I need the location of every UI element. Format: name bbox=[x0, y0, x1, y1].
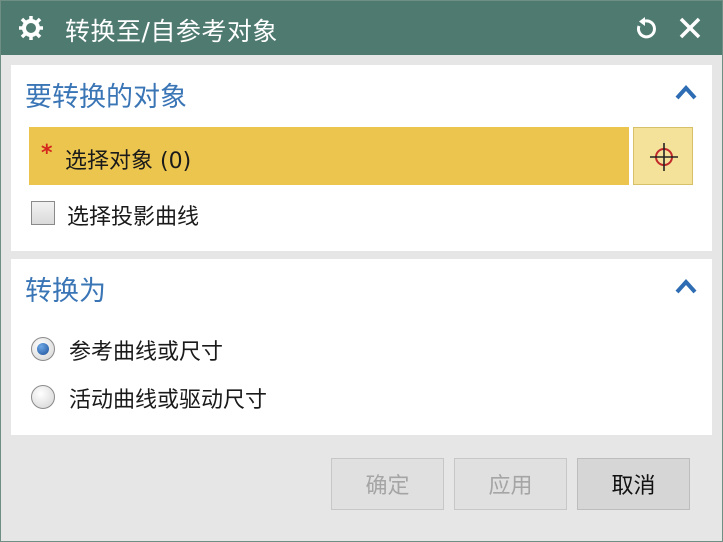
crosshair-icon bbox=[650, 143, 678, 171]
group-objects-to-convert: 要转换的对象 * 选择对象 (0) 选择投影曲线 bbox=[11, 65, 712, 251]
reset-icon[interactable] bbox=[633, 17, 657, 41]
apply-button[interactable]: 应用 bbox=[454, 458, 567, 510]
radio-active[interactable] bbox=[31, 385, 55, 409]
chevron-up-icon[interactable] bbox=[674, 83, 698, 101]
chevron-up-icon[interactable] bbox=[674, 277, 698, 295]
dialog-window: 转换至/自参考对象 要转换的对象 * 选择对象 (0) 选择投影曲线 转换为 参… bbox=[0, 0, 723, 542]
required-marker: * bbox=[41, 141, 53, 166]
select-object-button[interactable] bbox=[633, 127, 693, 185]
window-title: 转换至/自参考对象 bbox=[65, 17, 278, 46]
select-object-row[interactable]: * 选择对象 (0) bbox=[29, 127, 629, 185]
group-title-convert-to[interactable]: 转换为 bbox=[25, 269, 106, 308]
gear-icon[interactable] bbox=[19, 16, 43, 40]
radio-reference[interactable] bbox=[31, 337, 55, 361]
group-title-objects[interactable]: 要转换的对象 bbox=[25, 75, 187, 114]
projected-curve-checkbox[interactable] bbox=[31, 201, 55, 225]
title-bar[interactable]: 转换至/自参考对象 bbox=[1, 1, 722, 55]
projected-curve-label[interactable]: 选择投影曲线 bbox=[67, 199, 199, 231]
ok-button[interactable]: 确定 bbox=[331, 458, 444, 510]
cancel-button[interactable]: 取消 bbox=[577, 458, 690, 510]
radio-active-label[interactable]: 活动曲线或驱动尺寸 bbox=[69, 382, 267, 414]
group-convert-to: 转换为 参考曲线或尺寸 活动曲线或驱动尺寸 bbox=[11, 259, 712, 435]
radio-reference-label[interactable]: 参考曲线或尺寸 bbox=[69, 334, 223, 366]
close-icon[interactable] bbox=[677, 15, 703, 41]
select-object-label: 选择对象 (0) bbox=[65, 149, 192, 174]
